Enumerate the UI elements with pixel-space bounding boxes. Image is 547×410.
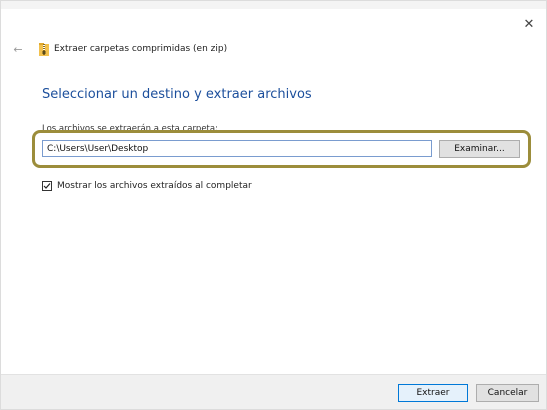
window-title: Extraer carpetas comprimidas (en zip): [54, 44, 228, 54]
title-bar-strip: [1, 1, 546, 9]
destination-path-input[interactable]: [42, 140, 432, 157]
back-button[interactable]: ←: [11, 42, 25, 56]
close-button[interactable]: ✕: [520, 15, 538, 33]
back-arrow-icon: ←: [13, 42, 23, 56]
show-files-option[interactable]: Mostrar los archivos extraídos al comple…: [42, 181, 252, 191]
destination-label: Los archivos se extraerán a esta carpeta…: [42, 124, 218, 134]
show-files-label: Mostrar los archivos extraídos al comple…: [57, 181, 252, 191]
extract-button[interactable]: Extraer: [398, 384, 468, 402]
wizard-header: ← Extraer carpetas comprimidas (en zip): [11, 41, 227, 57]
cancel-button[interactable]: Cancelar: [476, 384, 539, 402]
close-icon: ✕: [523, 16, 535, 32]
zip-folder-icon: [39, 42, 49, 56]
page-heading: Seleccionar un destino y extraer archivo…: [42, 87, 312, 102]
dialog-footer: Extraer Cancelar: [1, 374, 546, 409]
checkmark-icon: [43, 183, 51, 189]
show-files-checkbox[interactable]: [42, 181, 52, 191]
browse-button[interactable]: Examinar...: [439, 140, 520, 158]
extract-wizard-window: ✕ ← Extraer carpetas comprimidas (en zip…: [0, 0, 547, 410]
